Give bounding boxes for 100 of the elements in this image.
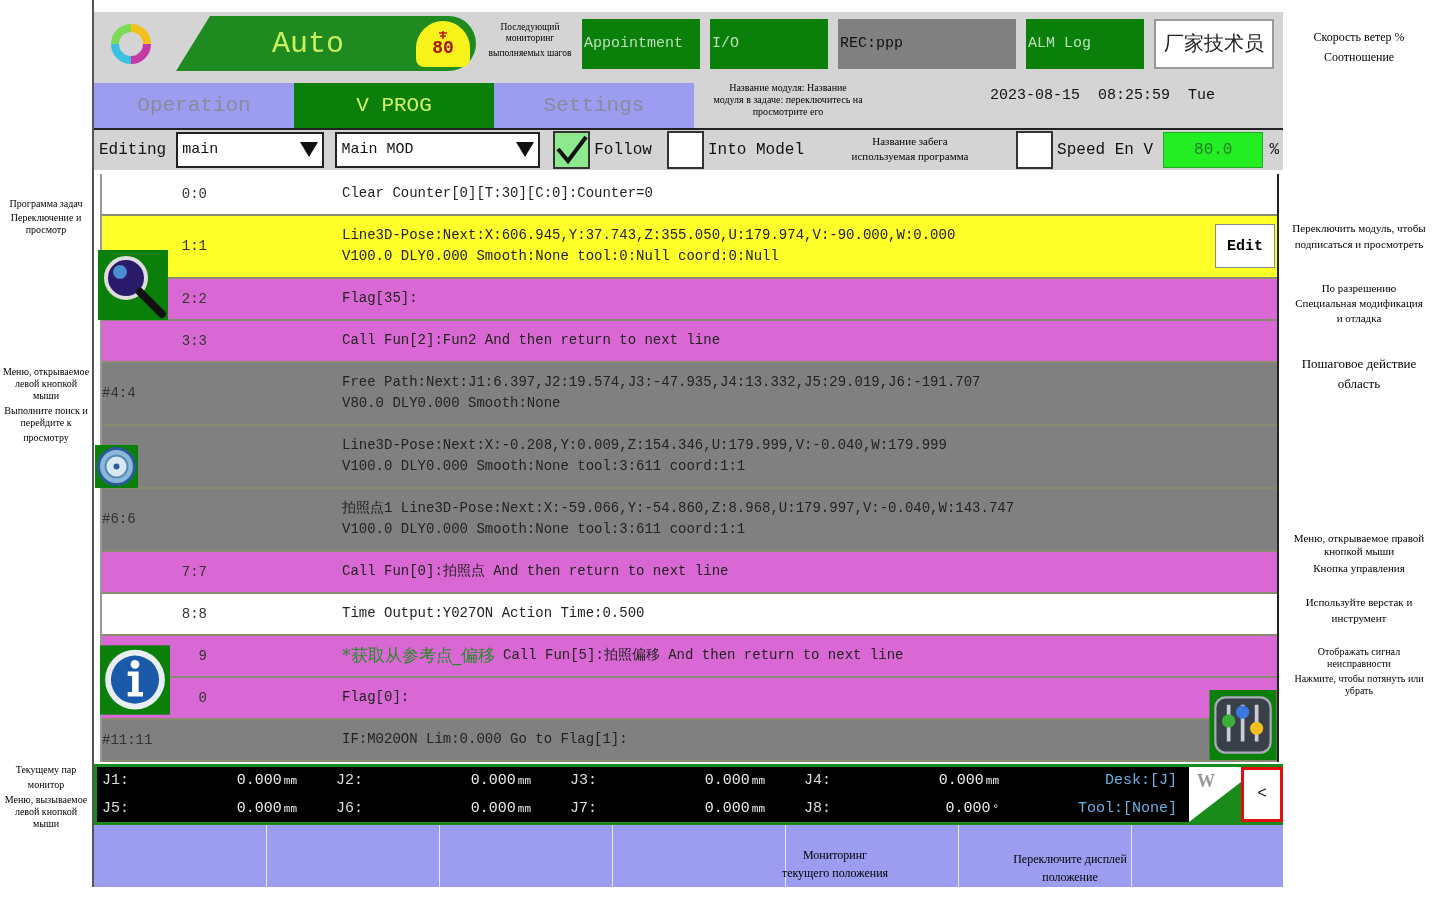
annotation: Текущему пар монитор Меню, вызываемое левой кнопкой мыши <box>3 764 89 830</box>
annotation: Меню, открываемое правой кнопкой мыши Кнопка управления <box>1292 532 1426 575</box>
menu-button[interactable]: I/O <box>710 18 828 69</box>
line-number: 7:7 <box>180 563 207 580</box>
annotation: Название модуля: Название модуля в задаче: переключитесь на просмотрите его <box>712 82 864 118</box>
mode-label: Auto <box>272 26 344 61</box>
desk-frame-label: Desk:[J] <box>1104 772 1178 790</box>
instruction-text: IF:M020ON Lim:0.000 Go to Flag[1]: <box>342 730 628 750</box>
instruction-text: Call Fun[0]:拍照点 And then return to next line <box>342 562 729 582</box>
date-text: 2023-08-15 <box>990 87 1080 106</box>
weekday-text: Tue <box>1188 87 1216 106</box>
annotation: Мониторинг текущего положения <box>780 848 890 880</box>
annotation: По разрешению Специальная модификация и отладка <box>1294 282 1424 325</box>
axis-label: J6: <box>336 799 364 817</box>
annotation: Отображать сигнал неисправности Нажмите, чтобы потянуть или убрать <box>1293 646 1425 697</box>
axis-label: J4: <box>804 772 832 790</box>
tab[interactable]: V PROG <box>294 83 494 128</box>
caret-icon <box>300 142 319 158</box>
axis-value: 0.000 mm <box>937 772 999 790</box>
annotation: Скорость ветер % Соотношение <box>1312 30 1406 64</box>
line-number: 8:8 <box>180 605 207 622</box>
program-row[interactable]: Line3D-Pose:Next:X:-0.208,Y:0.009,Z:154.346,U:179.999,V:-0.040,W:179.999 V100.0 DLY0.000 Smooth:None tool:3:611 coord:1:1 <box>102 425 1277 489</box>
program-row[interactable]: 2:2 Flag[35]: <box>102 278 1277 321</box>
menu-button[interactable]: Appointment <box>582 18 700 69</box>
annotation: Пошаговое действие область <box>1300 356 1418 392</box>
line-number: #6:6 <box>102 511 137 528</box>
module-dropdown[interactable]: Main MOD <box>335 131 541 168</box>
checkbox[interactable] <box>553 130 591 169</box>
speed-field[interactable]: 80.0 <box>1163 131 1264 168</box>
checkbox[interactable] <box>666 130 704 169</box>
magnifier-icon[interactable] <box>98 250 168 320</box>
program-row[interactable]: 3:3 Call Fun[2]:Fun2 And then return to next line <box>102 320 1277 363</box>
line-number: #4:4 <box>102 385 137 402</box>
coord-toggle-button[interactable]: W <box>1189 766 1241 822</box>
checkmark-icon <box>555 134 588 165</box>
annotation: Название забега используемая программа <box>850 135 970 163</box>
axis-label: J3: <box>570 772 598 790</box>
annotation: Меню, открываемое левой кнопкой мыши Выполните поиск и перейдите к просмотру <box>2 366 90 444</box>
instruction-text: Line3D-Pose:Next:X:606.945,Y:37.743,Z:355.050,U:179.974,V:-90.000,W:0.000 V100.0 DLY0.000 Smooth:None tool:0:Null coord:0:Null <box>342 226 956 267</box>
collapse-button[interactable]: < <box>1241 766 1283 822</box>
axis-label: J8: <box>804 799 832 817</box>
edit-button[interactable]: Edit <box>1215 224 1275 269</box>
axis-label: J2: <box>336 772 364 790</box>
instruction-text: Time Output:Y027ON Action Time:0.500 <box>342 604 645 624</box>
line-number: 2:2 <box>180 290 207 307</box>
checkbox-label: Follow <box>594 140 652 159</box>
instruction-text: Flag[35]: <box>342 289 418 309</box>
speed-value: 80 <box>432 38 454 57</box>
instruction-text: Call Fun[5]:拍照偏移 And then return to next line <box>503 646 904 666</box>
program-row[interactable]: 9 *获取从参考点_偏移 Call Fun[5]:拍照偏移 And then return to next line <box>102 635 1277 678</box>
unit-label: % <box>1269 140 1279 159</box>
line-number: 9 <box>197 647 207 664</box>
program-row[interactable]: #6:6 拍照点1 Line3D-Pose:Next:X:-59.066,Y:-54.860,Z:8.968,U:179.997,V:-0.040,W:143.747 V100.0 DLY0.000 Smooth:None tool:3:611 coord:1:1 <box>102 488 1277 552</box>
checkbox[interactable] <box>1016 130 1054 169</box>
instruction-text: 拍照点1 Line3D-Pose:Next:X:-59.066,Y:-54.860,Z:8.968,U:179.997,V:-0.040,W:143.747 V100.0 DLY0.000 Smooth:None tool:3:611 coord:1:1 <box>342 499 1015 540</box>
disc-icon[interactable] <box>95 445 138 488</box>
axis-value: 0.000 mm <box>469 799 531 817</box>
instruction-text: Free Path:Next:J1:6.397,J2:19.574,J3:-47.935,J4:13.332,J5:29.019,J6:-191.707 V80.0 DLY0.000 Smooth:None <box>342 373 981 414</box>
program-row[interactable]: #11:11 IF:M020ON Lim:0.000 Go to Flag[1]: <box>102 719 1277 762</box>
axis-label: J1: <box>102 772 130 790</box>
time-text: 08:25:59 <box>1098 87 1171 106</box>
axis-value: 0.000° <box>944 799 999 817</box>
program-row[interactable]: 1:1 Line3D-Pose:Next:X:606.945,Y:37.743,Z:355.050,U:179.974,V:-90.000,W:0.000 V100.0 DLY0.000 Smooth:None tool:0:Null coord:0:Null Edit <box>102 215 1277 279</box>
line-number: 1:1 <box>180 238 207 255</box>
caret-icon <box>516 142 535 158</box>
user-role-button[interactable]: 厂家技术员 <box>1154 18 1274 69</box>
line-number: #11:11 <box>102 731 154 748</box>
speed-icon <box>438 30 448 39</box>
annotation: Переключите дисплей положение <box>1012 852 1128 884</box>
instruction-text: Clear Counter[0][T:30][C:0]:Counter=0 <box>342 184 653 204</box>
program-row[interactable]: 7:7 Call Fun[0]:拍照点 And then return to next line <box>102 551 1277 594</box>
tool-frame-label: Tool:[None] <box>1076 799 1178 817</box>
annotation: Последующий мониторинг выполняемых шагов <box>487 22 573 59</box>
axis-value: 0.000 mm <box>703 772 765 790</box>
instruction-text: Line3D-Pose:Next:X:-0.208,Y:0.009,Z:154.346,U:179.999,V:-0.040,W:179.999 V100.0 DLY0.000 Smooth:None tool:3:611 coord:1:1 <box>342 436 947 477</box>
program-row[interactable]: #4:4 Free Path:Next:J1:6.397,J2:19.574,J3:-47.935,J4:13.332,J5:29.019,J6:-191.707 V80.0 DLY0.000 Smooth:None <box>102 362 1277 426</box>
task-dropdown[interactable]: main <box>176 131 325 168</box>
annotation: Переключить модуль, чтобы подписаться и просмотреть <box>1291 222 1427 251</box>
record-status-button[interactable]: REC:ppp <box>838 18 1016 69</box>
checkbox-label: Into Model <box>707 140 804 159</box>
instruction-text: Flag[0]: <box>342 688 410 708</box>
sliders-icon[interactable] <box>1208 690 1278 760</box>
annotation: Используйте верстак и инструмент <box>1304 596 1414 625</box>
checkbox-label: Speed En V <box>1057 140 1154 159</box>
instruction-text: Call Fun[2]:Fun2 And then return to next line <box>342 331 721 351</box>
annotation: Программа задач Переключение и просмотр <box>8 198 84 236</box>
line-number: 0:0 <box>180 185 207 202</box>
comment-text: *获取从参考点_偏移 <box>342 644 495 668</box>
line-number: 0 <box>197 689 207 706</box>
line-number: 3:3 <box>180 332 207 349</box>
logo-icon <box>110 22 152 65</box>
axis-value: 0.000 mm <box>703 799 765 817</box>
axis-value: 0.000 mm <box>469 772 531 790</box>
editing-label: Editing <box>99 140 167 159</box>
axis-label: J7: <box>570 799 598 817</box>
menu-button[interactable]: ALM Log <box>1026 18 1144 69</box>
axis-value: 0.000 mm <box>235 799 297 817</box>
axis-label: J5: <box>102 799 130 817</box>
axis-value: 0.000 mm <box>235 772 297 790</box>
info-icon[interactable] <box>100 645 170 715</box>
